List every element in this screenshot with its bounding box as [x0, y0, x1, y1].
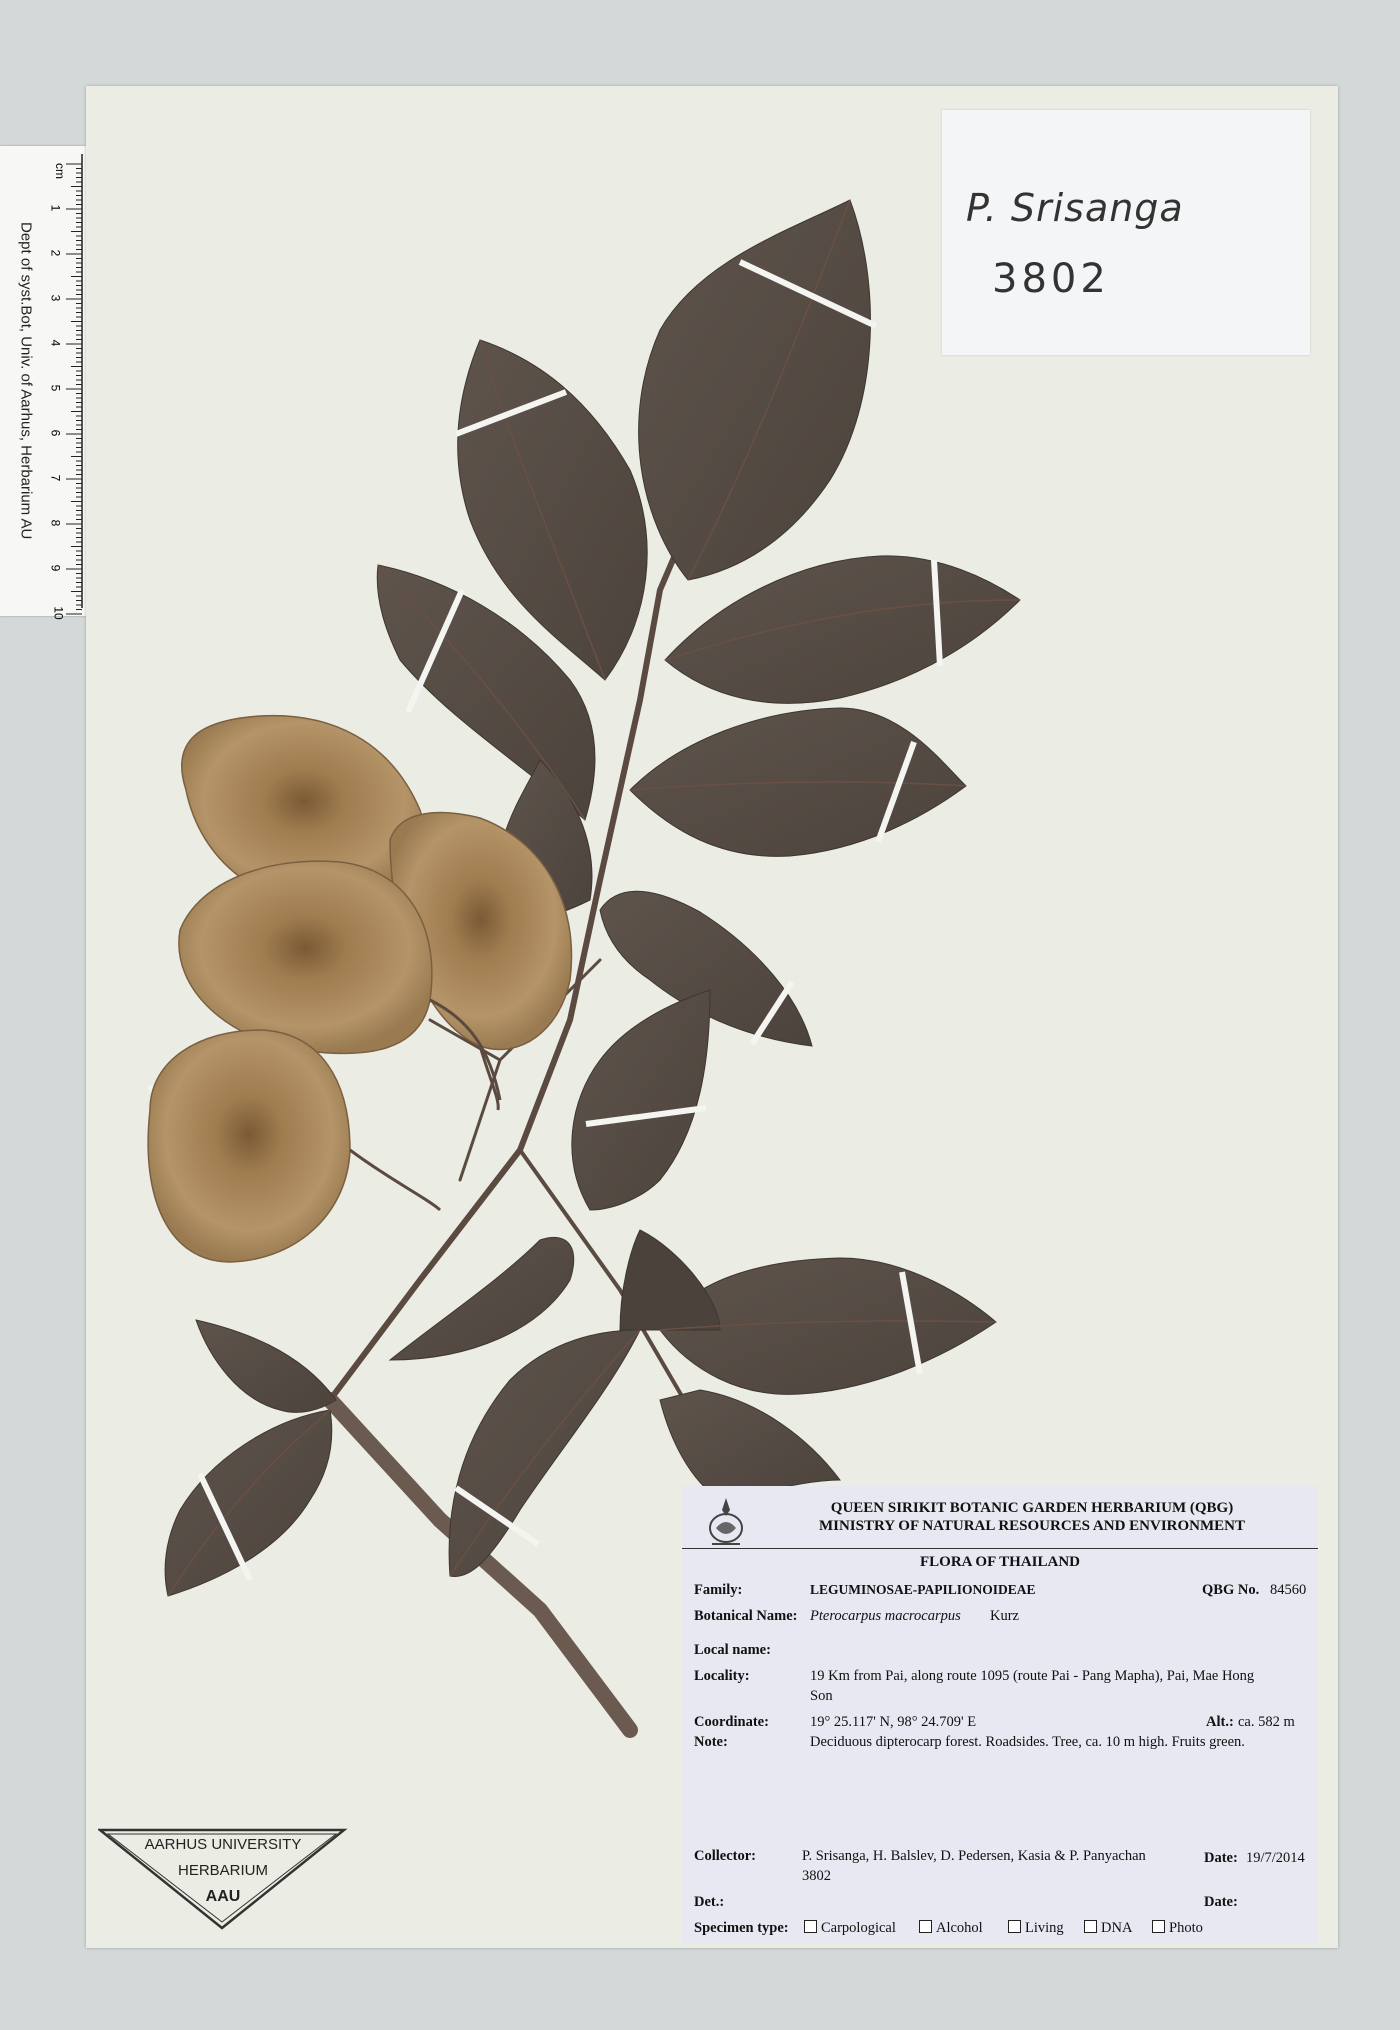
locality-line2: Son [810, 1688, 833, 1704]
altitude-label: Alt.: [1206, 1714, 1234, 1730]
collector-note-slip: P. Srisanga 3802 [942, 110, 1310, 355]
leaf [619, 1229, 721, 1331]
date-value: 19/7/2014 [1246, 1850, 1305, 1866]
leaf [664, 555, 1021, 704]
specimen-type-living[interactable]: Living [1008, 1920, 1064, 1937]
winged-fruits [147, 714, 573, 1263]
checkbox-icon[interactable] [1084, 1920, 1097, 1933]
stamp-line3: AAU [205, 1888, 241, 1905]
aarhus-herbarium-stamp: AARHUS UNIVERSITY HERBARIUM AAU [96, 1828, 348, 1937]
herbarium-label: QUEEN SIRIKIT BOTANIC GARDEN HERBARIUM (… [682, 1486, 1318, 1944]
leaf [571, 989, 711, 1211]
collector-line1: P. Srisanga, H. Balslev, D. Pedersen, Ka… [802, 1848, 1146, 1864]
qbg-number-value: 84560 [1270, 1582, 1307, 1598]
locality-label: Locality: [694, 1668, 750, 1684]
label-divider [682, 1548, 1318, 1549]
specimen-type-dna[interactable]: DNA [1084, 1920, 1132, 1937]
qbg-number-label: QBG No. [1202, 1582, 1260, 1598]
specimen-type-photo[interactable]: Photo [1152, 1920, 1203, 1937]
det-label: Det.: [694, 1894, 725, 1910]
altitude-value: ca. 582 m [1238, 1714, 1295, 1730]
family-value: LEGUMINOSAE-PAPILIONOIDEAE [810, 1582, 1036, 1597]
qbg-emblem-icon [709, 1498, 743, 1545]
coordinate-value: 19° 25.117' N, 98° 24.709' E [810, 1714, 977, 1730]
institution-line2: MINISTRY OF NATURAL RESOURCES AND ENVIRO… [818, 1518, 1246, 1534]
fruit [147, 1029, 351, 1263]
collector-line2: 3802 [802, 1868, 831, 1884]
note-label: Note: [694, 1734, 728, 1750]
det-date-label: Date: [1204, 1894, 1238, 1910]
fruit [178, 860, 433, 1055]
coordinate-label: Coordinate: [694, 1714, 769, 1730]
leaf [638, 199, 871, 581]
stamp-line2: HERBARIUM [177, 1862, 268, 1879]
flora-title: FLORA OF THAILAND [919, 1554, 1081, 1570]
botanical-name-value: Pterocarpus macrocarpus [810, 1608, 961, 1624]
leaf [164, 1409, 333, 1597]
local-name-label: Local name: [694, 1642, 771, 1658]
checkbox-icon[interactable] [804, 1920, 817, 1933]
checkbox-icon[interactable] [919, 1920, 932, 1933]
specimen-type-alcohol[interactable]: Alcohol [919, 1920, 983, 1937]
stamp-line1: AARHUS UNIVERSITY [144, 1836, 302, 1853]
botanical-name-author: Kurz [990, 1608, 1019, 1624]
leaf [659, 1389, 842, 1501]
leaf [388, 1236, 575, 1361]
locality-line1: 19 Km from Pai, along route 1095 (route … [810, 1668, 1255, 1684]
specimen-type-label: Specimen type: [694, 1920, 789, 1936]
botanical-name-label: Botanical Name: [694, 1608, 798, 1624]
date-label: Date: [1204, 1850, 1238, 1866]
collector-handwritten-name: P. Srisanga [966, 186, 1184, 230]
leaf [448, 1329, 641, 1577]
note-value: Deciduous dipterocarp forest. Roadsides.… [810, 1734, 1245, 1750]
leaf [195, 1319, 337, 1413]
checkbox-icon[interactable] [1008, 1920, 1021, 1933]
collector-handwritten-number: 3802 [992, 256, 1110, 302]
collector-label: Collector: [694, 1848, 756, 1864]
family-label: Family: [694, 1582, 743, 1598]
institution-line1: QUEEN SIRIKIT BOTANIC GARDEN HERBARIUM (… [830, 1500, 1234, 1516]
checkbox-icon[interactable] [1152, 1920, 1165, 1933]
specimen-type-carpological[interactable]: Carpological [804, 1920, 896, 1937]
